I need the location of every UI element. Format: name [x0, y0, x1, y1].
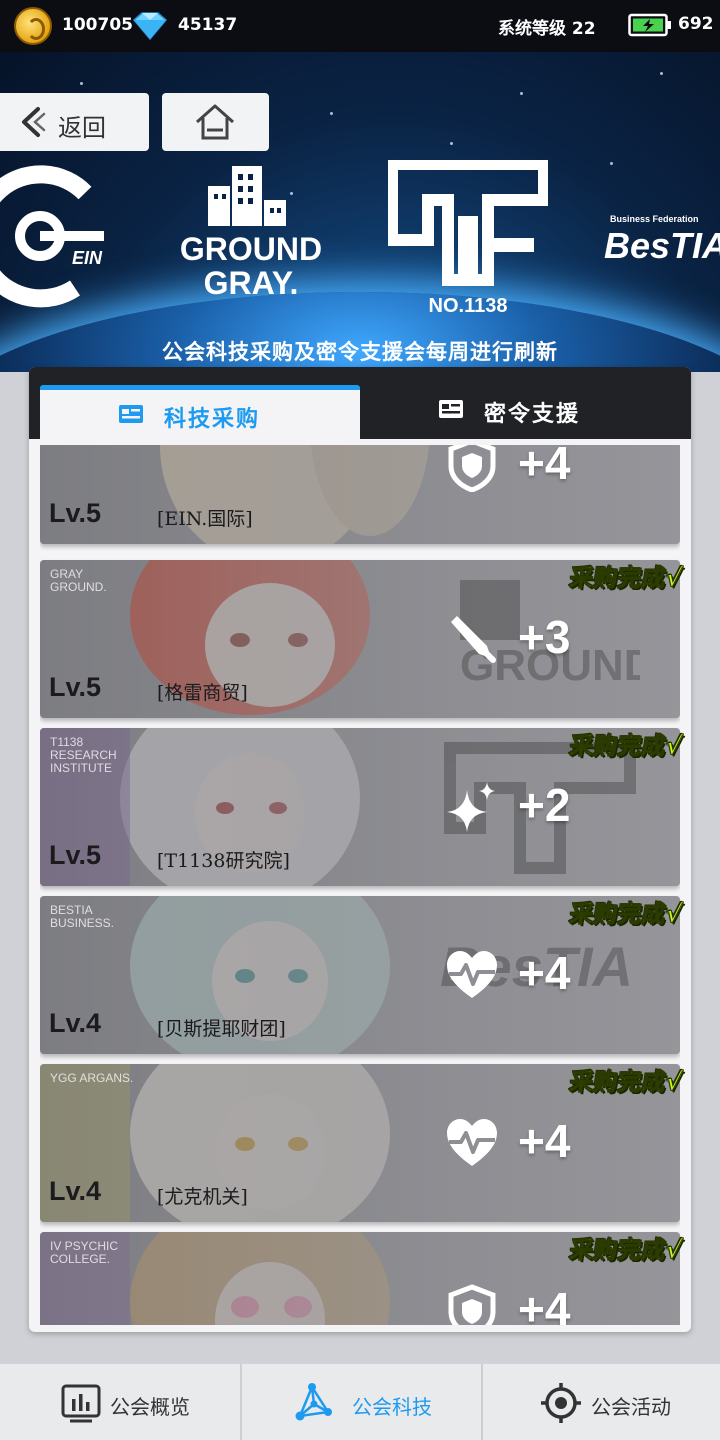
purchase-complete-badge: 采购完成√	[567, 1236, 684, 1265]
gem-icon	[132, 12, 168, 40]
refresh-notice: 公会科技采购及密令支援会每周进行刷新	[162, 340, 558, 364]
home-button[interactable]	[162, 93, 269, 151]
level-label: Lv.4	[49, 1008, 102, 1038]
svg-text:GRAY.: GRAY.	[204, 265, 299, 300]
svg-text:BesTIA: BesTIA	[604, 225, 720, 266]
level-label: Lv.5	[49, 498, 102, 528]
chart-icon	[61, 1384, 101, 1423]
corp-name: [尤克机关]	[157, 1186, 248, 1208]
level-label: Lv.5	[49, 672, 102, 702]
shield-icon	[448, 445, 496, 492]
bonus-value: +2	[518, 779, 571, 831]
gem-count: 45137	[178, 15, 238, 35]
tab-bar: 科技采购 密令支援	[29, 367, 691, 439]
tab-label: 密令支援	[484, 402, 581, 427]
list-item[interactable]: Lv.5 [EIN.国际] +4	[40, 445, 680, 544]
tech-panel: 科技采购 密令支援 Lv.5 [EIN.国际] +4 GROUND GRAY G…	[29, 367, 691, 1332]
corp-name: [贝斯提耶财团]	[157, 1018, 286, 1040]
ein-logo: EIN	[0, 165, 104, 308]
battery-icon	[628, 13, 671, 37]
corp-tag: T1138 RESEARCH INSTITUTE	[50, 735, 117, 775]
blade-icon	[451, 616, 496, 663]
card-icon	[119, 405, 143, 423]
nav-label: 公会概览	[110, 1395, 190, 1419]
nav-guild-overview[interactable]: 公会概览	[0, 1364, 239, 1440]
shield-icon	[448, 1284, 496, 1325]
bonus-value: +4	[518, 445, 571, 489]
home-icon	[196, 104, 234, 140]
bonus-value: +4	[518, 1283, 571, 1325]
back-label: 返回	[58, 114, 106, 142]
sparkle-icon	[447, 782, 495, 832]
purchase-complete-badge: 采购完成√	[567, 900, 684, 929]
heartbeat-icon	[447, 1119, 497, 1166]
level-label: Lv.4	[49, 1176, 102, 1206]
tab-tech-purchase[interactable]: 科技采购	[40, 385, 360, 439]
network-icon	[295, 1383, 332, 1421]
heartbeat-icon	[447, 951, 497, 998]
svg-text:EIN: EIN	[72, 248, 103, 268]
status-bar: 100705 45137 系统等级 22 692	[0, 0, 720, 52]
corp-tag: BESTIA BUSINESS.	[50, 903, 115, 930]
ground-gray-logo: GROUND GRAY.	[180, 166, 322, 300]
svg-text:NO.1138: NO.1138	[429, 295, 508, 317]
corp-tag: GRAY GROUND.	[50, 567, 107, 594]
nav-label: 公会科技	[352, 1395, 432, 1419]
chevron-left-icon	[22, 107, 46, 137]
tab-label: 科技采购	[164, 407, 261, 432]
bonus-value: +3	[518, 611, 571, 663]
purchase-complete-badge: 采购完成√	[567, 732, 684, 761]
svg-text:Business Federation: Business Federation	[610, 214, 699, 224]
corp-name: [EIN.国际]	[157, 508, 253, 530]
corp-name: [T1138研究院]	[157, 850, 290, 872]
corp-tag: IV PSYCHIC COLLEGE.	[50, 1239, 119, 1266]
nav-guild-events[interactable]: 公会活动	[481, 1364, 720, 1440]
nav-label: 公会活动	[591, 1395, 671, 1419]
coin-count: 100705	[62, 15, 133, 35]
coin-icon	[14, 7, 52, 45]
back-button[interactable]: 返回	[0, 93, 149, 151]
corp-tag: YGG ARGANS.	[50, 1071, 134, 1085]
nav-guild-tech[interactable]: 公会科技	[240, 1364, 479, 1440]
purchase-complete-badge: 采购完成√	[567, 564, 684, 593]
svg-text:GROUND: GROUND	[180, 231, 322, 267]
bestia-logo: Business Federation BesTIA	[604, 214, 720, 266]
bottom-nav: 公会概览 公会科技 公会活动	[0, 1360, 720, 1440]
system-level: 系统等级 22	[498, 19, 596, 39]
energy-count: 692	[678, 14, 714, 34]
target-icon	[541, 1383, 581, 1423]
card-icon	[439, 400, 463, 418]
corp-name: [格雷商贸]	[157, 682, 248, 704]
purchase-complete-badge: 采购完成√	[567, 1068, 684, 1097]
tab-secret-support[interactable]: 密令支援	[360, 385, 691, 439]
bonus-value: +4	[518, 1115, 571, 1167]
level-label: Lv.5	[49, 840, 102, 870]
t1138-logo: NO.1138	[388, 160, 548, 317]
bonus-value: +4	[518, 947, 571, 999]
